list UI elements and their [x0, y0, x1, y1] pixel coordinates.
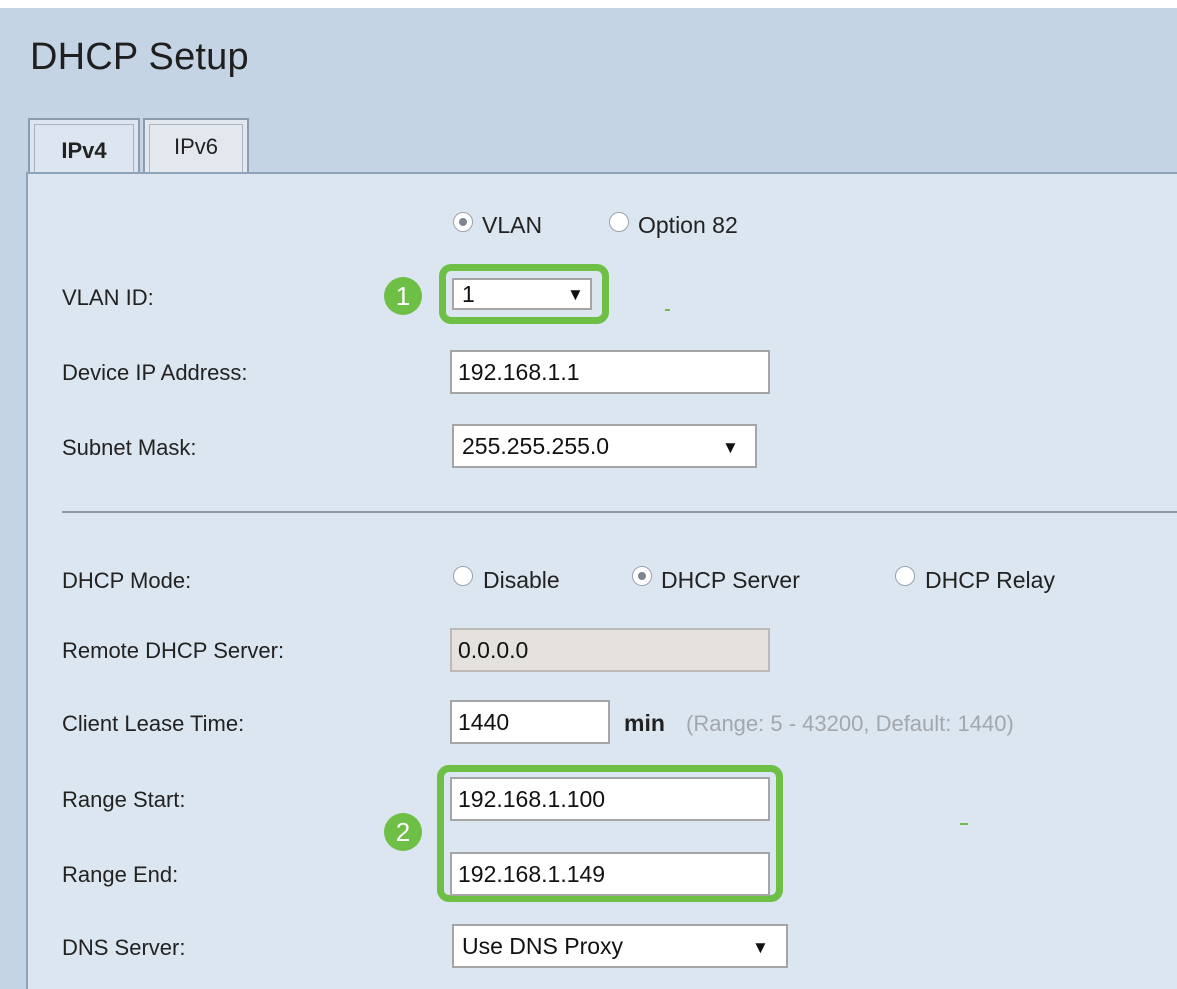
vlan-id-label: VLAN ID:	[62, 285, 154, 310]
dhcp-mode-relay-radio[interactable]	[895, 566, 915, 586]
dns-server-select[interactable]: Use DNS Proxy ▼	[452, 924, 788, 968]
option82-radio[interactable]	[609, 212, 629, 232]
vlan-radio[interactable]	[453, 212, 473, 232]
vlan-id-select[interactable]: 1 ▼	[452, 278, 592, 310]
range-start-field[interactable]: 192.168.1.100	[450, 777, 770, 821]
annotation-badge-2: 2	[384, 813, 422, 851]
lease-time-range-hint: (Range: 5 - 43200, Default: 1440)	[686, 711, 1014, 736]
vlan-radio-label: VLAN	[482, 212, 543, 238]
dhcp-mode-disable-radio[interactable]	[453, 566, 473, 586]
page-title: DHCP Setup	[30, 36, 249, 78]
subnet-mask-label: Subnet Mask:	[62, 435, 197, 460]
tab-ipv6-label: IPv6	[173, 134, 219, 159]
tab-ipv4-label: IPv4	[61, 138, 107, 163]
subnet-mask-select[interactable]: 255.255.255.0 ▼	[452, 424, 757, 468]
dhcp-mode-server-label: DHCP Server	[661, 567, 800, 593]
range-end-label: Range End:	[62, 862, 179, 887]
lease-time-unit: min	[624, 710, 665, 736]
remote-dhcp-server-label: Remote DHCP Server:	[62, 638, 285, 663]
dns-server-value: Use DNS Proxy	[462, 933, 624, 959]
client-lease-time-label: Client Lease Time:	[62, 711, 245, 736]
dhcp-mode-server-radio[interactable]	[632, 566, 652, 586]
option82-radio-label: Option 82	[638, 212, 738, 238]
chevron-down-icon: ▼	[722, 438, 739, 457]
range-end-field[interactable]: 192.168.1.149	[450, 852, 770, 896]
tab-ipv4[interactable]: IPv4	[28, 118, 140, 176]
stray-mark	[960, 823, 968, 825]
dhcp-mode-disable-label: Disable	[483, 567, 560, 593]
device-ip-field[interactable]: 192.168.1.1	[450, 350, 770, 394]
vlan-id-value: 1	[462, 281, 475, 307]
client-lease-time-field[interactable]: 1440	[450, 700, 610, 744]
tab-ipv6[interactable]: IPv6	[143, 118, 249, 172]
subnet-mask-value: 255.255.255.0	[462, 433, 610, 459]
range-start-label: Range Start:	[62, 787, 186, 812]
dns-server-label: DNS Server:	[62, 935, 186, 960]
section-divider	[62, 511, 1177, 513]
chevron-down-icon: ▼	[752, 938, 769, 957]
device-ip-label: Device IP Address:	[62, 360, 248, 385]
dhcp-mode-label: DHCP Mode:	[62, 568, 192, 593]
stray-mark	[665, 309, 670, 311]
dhcp-mode-relay-label: DHCP Relay	[925, 567, 1055, 593]
chevron-down-icon: ▼	[567, 285, 584, 304]
remote-dhcp-server-field: 0.0.0.0	[450, 628, 770, 672]
annotation-badge-1: 1	[384, 277, 422, 315]
